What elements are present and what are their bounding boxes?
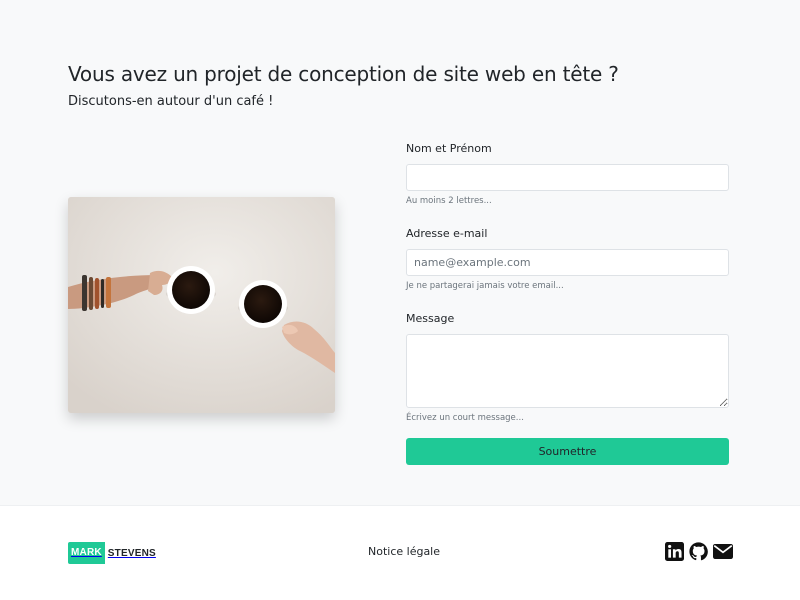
email-input[interactable] xyxy=(406,249,729,276)
coffee-photo xyxy=(68,197,335,413)
submit-button[interactable]: Soumettre xyxy=(406,438,729,465)
name-input[interactable] xyxy=(406,164,729,191)
contact-form: Nom et Prénom Au moins 2 lettres... Adre… xyxy=(406,141,729,465)
github-icon[interactable] xyxy=(689,542,708,561)
message-group: Message Écrivez un court message... xyxy=(406,311,729,424)
logo-part-2: STEVENS xyxy=(107,547,156,559)
coffee-photo-illustration xyxy=(68,197,335,413)
brand-logo[interactable]: MARK STEVENS xyxy=(68,542,156,564)
email-help: Je ne partagerai jamais votre email... xyxy=(406,281,564,291)
page-title: Vous avez un projet de conception de sit… xyxy=(68,62,619,86)
email-group: Adresse e-mail Je ne partagerai jamais v… xyxy=(406,226,729,292)
message-help: Écrivez un court message... xyxy=(406,413,524,423)
name-label: Nom et Prénom xyxy=(406,142,492,155)
message-label: Message xyxy=(406,312,455,325)
contact-section: Vous avez un projet de conception de sit… xyxy=(0,0,800,505)
social-links xyxy=(665,542,733,561)
page-subtitle: Discutons-en autour d'un café ! xyxy=(68,94,274,109)
message-textarea[interactable] xyxy=(406,334,729,408)
logo-part-1: MARK xyxy=(68,542,105,564)
email-label: Adresse e-mail xyxy=(406,227,488,240)
name-group: Nom et Prénom Au moins 2 lettres... xyxy=(406,141,729,207)
legal-notice-link[interactable]: Notice légale xyxy=(368,545,440,558)
mail-icon[interactable] xyxy=(713,542,733,561)
name-help: Au moins 2 lettres... xyxy=(406,196,492,206)
page: Vous avez un projet de conception de sit… xyxy=(0,0,800,600)
linkedin-icon[interactable] xyxy=(665,542,684,561)
